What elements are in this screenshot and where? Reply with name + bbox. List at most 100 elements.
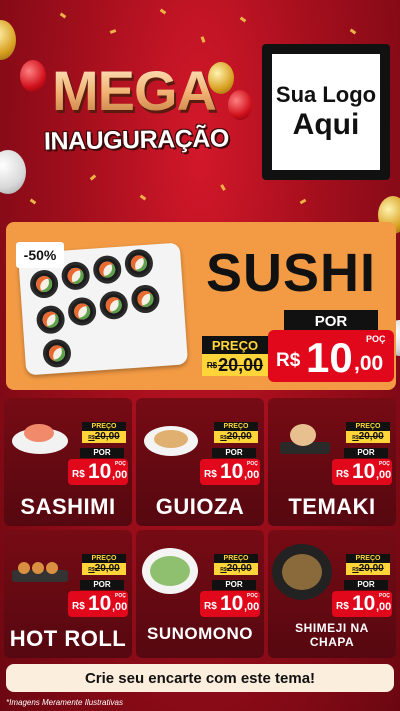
product-card-guioza: PREÇO R$20,00 POR R$ 10 ,00 POÇ GUIOZA (136, 398, 264, 526)
cta-banner[interactable]: Crie seu encarte com este tema! (6, 664, 394, 692)
por-label: POR (284, 310, 378, 332)
price-currency: R$ (336, 469, 349, 480)
product-name: SHIMEJI NA CHAPA (295, 621, 369, 650)
product-name: HOT ROLL (9, 626, 127, 651)
confetti-icon (109, 29, 117, 34)
product-name: SASHIMI (20, 494, 116, 519)
confetti-icon (200, 36, 206, 43)
por-label: POR (212, 448, 256, 458)
sushi-roll-icon (67, 296, 98, 327)
old-price-tag: PREÇO R$20,00 (82, 422, 126, 443)
old-price-value: R$20,00 (82, 563, 126, 575)
old-price-value: R$20,00 (82, 431, 126, 443)
hot-roll-image (10, 550, 68, 590)
old-price-amount: 20,00 (226, 431, 252, 442)
discount-badge: -50% (16, 242, 64, 268)
old-price-label: PREÇO (214, 422, 258, 431)
price-unit: POÇ (379, 461, 390, 467)
disclaimer-text: *Imagens Meramente Ilustrativas (6, 698, 123, 707)
old-price-label: PREÇO (346, 554, 390, 563)
temaki-image (274, 418, 330, 458)
price-integer: 10 (88, 592, 112, 615)
old-price-value: R$20,00 (214, 563, 258, 575)
hero-price-badge: R$ 10 ,00 POÇ (268, 330, 394, 382)
price-currency: R$ (276, 350, 301, 371)
headline: MEGA INAUGURAÇÃO (14, 58, 254, 168)
product-card-shimeji: PREÇO R$20,00 POR R$ 10 ,00 POÇ SHIMEJI … (268, 530, 396, 658)
product-card-sunomono: PREÇO R$20,00 POR R$ 10 ,00 POÇ SUNOMONO (136, 530, 264, 658)
por-label: POR (344, 448, 388, 458)
price-integer: 10 (88, 460, 112, 483)
logo-text-line2: Aqui (292, 107, 360, 141)
balloon-gold-icon (0, 20, 16, 60)
price-badge: R$ 10 ,00 POÇ (200, 591, 260, 617)
price-decimal: ,00 (354, 352, 384, 375)
shimeji-image (272, 544, 332, 600)
sunomono-image (140, 546, 200, 596)
old-price-tag: PREÇO R$20,00 (346, 554, 390, 575)
price-decimal: ,00 (112, 601, 128, 613)
sushi-roll-icon (130, 284, 161, 314)
price-currency: R$ (72, 601, 85, 612)
price-integer: 10 (352, 460, 376, 483)
hero-product-name: SUSHI (206, 243, 377, 303)
price-unit: POÇ (247, 593, 258, 599)
sushi-roll-icon (123, 248, 154, 279)
guioza-image (142, 418, 198, 458)
old-price-amount: 20,00 (226, 563, 252, 574)
price-unit: POÇ (366, 334, 386, 344)
old-price-currency: R$ (206, 360, 218, 370)
old-price-label: PREÇO (82, 554, 126, 563)
price-integer: 10 (306, 334, 353, 381)
confetti-icon (220, 184, 226, 191)
price-currency: R$ (72, 469, 85, 480)
hero-offer: -50% SUSHI PREÇO R$ 20,00 POR R$ 10 ,00 P… (6, 222, 396, 390)
price-integer: 10 (220, 592, 244, 615)
sushi-roll-icon (60, 260, 91, 291)
old-price-amount: 20,00 (358, 431, 384, 442)
product-name: GUIOZA (155, 494, 245, 519)
sushi-roll-icon (42, 338, 72, 369)
confetti-icon (159, 8, 167, 15)
product-card-hot-roll: PREÇO R$20,00 POR R$ 10 ,00 POÇ HOT ROLL (4, 530, 132, 658)
price-decimal: ,00 (376, 469, 392, 481)
sushi-roll-icon (92, 254, 123, 285)
logo-text-line1: Sua Logo (275, 82, 377, 108)
old-price-value: R$20,00 (202, 354, 268, 376)
price-unit: POÇ (247, 461, 258, 467)
confetti-icon (139, 194, 147, 201)
product-card-sashimi: PREÇO R$20,00 POR R$ 10 ,00 POÇ SASHIMI (4, 398, 132, 526)
product-card-temaki: PREÇO R$20,00 POR R$ 10 ,00 POÇ TEMAKI (268, 398, 396, 526)
old-price-amount: 20,00 (218, 354, 264, 375)
sushi-roll-icon (98, 290, 129, 321)
price-decimal: ,00 (244, 601, 260, 613)
old-price-tag: PREÇO R$20,00 (214, 422, 258, 443)
confetti-icon (299, 198, 307, 205)
old-price-label: PREÇO (82, 422, 126, 431)
price-badge: R$ 10 ,00 POÇ (68, 591, 128, 617)
price-integer: 10 (352, 592, 376, 615)
old-price-label: PREÇO (346, 422, 390, 431)
old-price-tag: PREÇO R$20,00 (202, 336, 268, 376)
sushi-roll-icon (35, 304, 66, 335)
confetti-icon (89, 174, 97, 181)
por-label: POR (80, 580, 124, 590)
old-price-label: PREÇO (214, 554, 258, 563)
price-integer: 10 (220, 460, 244, 483)
product-name: SUNOMONO (147, 624, 253, 643)
price-currency: R$ (204, 469, 217, 480)
confetti-icon (59, 12, 67, 19)
old-price-value: R$20,00 (346, 563, 390, 575)
old-price-amount: 20,00 (94, 431, 120, 442)
confetti-icon (239, 16, 247, 23)
price-decimal: ,00 (376, 601, 392, 613)
old-price-label: PREÇO (202, 336, 268, 354)
price-decimal: ,00 (112, 469, 128, 481)
confetti-icon (349, 28, 357, 35)
headline-line2: INAUGURAÇÃO (43, 124, 230, 156)
headline-line1: MEGA (52, 59, 217, 122)
old-price-amount: 20,00 (94, 563, 120, 574)
logo-inner: Sua Logo Aqui (272, 54, 380, 170)
old-price-value: R$20,00 (214, 431, 258, 443)
logo-placeholder: Sua Logo Aqui (262, 44, 390, 180)
